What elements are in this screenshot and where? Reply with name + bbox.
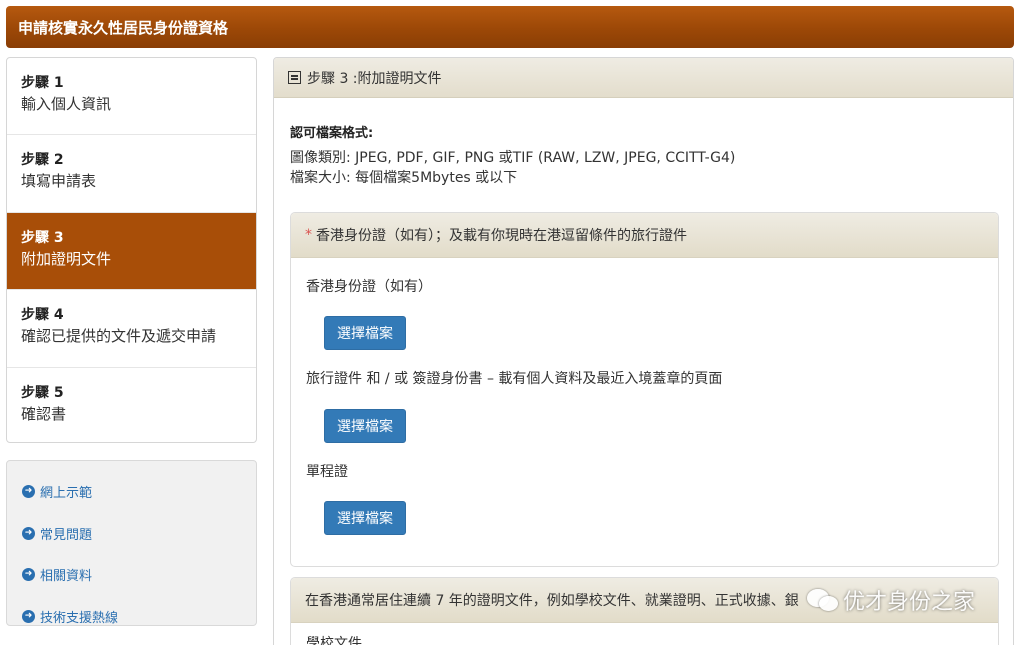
page-title-bar: 申請核實永久性居民身份證資格: [6, 6, 1014, 48]
main-panel-header: 步驟 3 :附加證明文件: [274, 58, 1013, 98]
main-panel-title: 步驟 3 :附加證明文件: [307, 70, 442, 87]
choose-file-button-hkid[interactable]: 選擇檔案: [324, 316, 406, 350]
arrow-right-circle-icon: ➜: [22, 609, 35, 623]
step-description: 附加證明文件: [21, 249, 112, 268]
arrow-right-circle-icon: ➜: [22, 568, 35, 582]
choose-file-button-travel-doc[interactable]: 選擇檔案: [324, 409, 406, 443]
link-online-demo[interactable]: ➜ 網上示範: [7, 471, 256, 513]
watermark-text: 优才身份之家: [843, 590, 976, 615]
choose-file-button-one-way-permit[interactable]: 選擇檔案: [324, 501, 406, 535]
page-title: 申請核實永久性居民身份證資格: [18, 18, 229, 37]
step-number: 步驟 4: [21, 307, 64, 324]
step-3-active[interactable]: 步驟 3 附加證明文件: [7, 212, 256, 291]
link-label: 相關資料: [40, 569, 93, 585]
step-1[interactable]: 步驟 1 輸入個人資訊: [7, 58, 256, 136]
link-label: 常見問題: [40, 527, 93, 543]
id-documents-section: * 香港身份證（如有）；及載有你現時在港逗留條件的旅行證件 香港身份證（如有） …: [290, 212, 999, 567]
section-header: * 香港身份證（如有）；及載有你現時在港逗留條件的旅行證件: [291, 213, 998, 258]
school-documents-label: 學校文件: [306, 636, 362, 645]
file-size-limit: 檔案大小: 每個檔案5Mbytes 或以下: [290, 170, 518, 186]
step-5[interactable]: 步驟 5 確認書: [7, 368, 256, 442]
wechat-icon: [807, 587, 839, 613]
main-panel: 步驟 3 :附加證明文件 認可檔案格式: 圖像類別: JPEG, PDF, GI…: [273, 57, 1014, 645]
step-number: 步驟 3: [21, 229, 64, 246]
link-related-info[interactable]: ➜ 相關資料: [7, 554, 256, 596]
image-types: 圖像類別: JPEG, PDF, GIF, PNG 或TIF (RAW, LZW…: [290, 150, 736, 166]
help-links-panel: ➜ 網上示範 ➜ 常見問題 ➜ 相關資料 ➜ 技術支援熱線: [6, 460, 257, 626]
section-title: 香港身份證（如有）；及載有你現時在港逗留條件的旅行證件: [316, 228, 687, 244]
arrow-right-circle-icon: ➜: [22, 526, 35, 540]
travel-doc-label: 旅行證件 和 / 或 簽證身份書 – 載有個人資料及最近入境蓋章的頁面: [306, 371, 723, 387]
formats-label: 認可檔案格式:: [290, 126, 374, 141]
step-2[interactable]: 步驟 2 填寫申請表: [7, 135, 256, 213]
link-faq[interactable]: ➜ 常見問題: [7, 513, 256, 555]
required-marker: *: [305, 227, 312, 243]
step-description: 確認已提供的文件及遞交申請: [21, 327, 217, 346]
step-number: 步驟 1: [21, 75, 64, 91]
accepted-formats: 認可檔案格式: 圖像類別: JPEG, PDF, GIF, PNG 或TIF (…: [290, 122, 735, 188]
step-number: 步驟 2: [21, 152, 64, 169]
link-label: 網上示範: [40, 486, 93, 502]
list-icon: [288, 71, 301, 84]
step-number: 步驟 5: [21, 384, 64, 401]
link-tech-support[interactable]: ➜ 技術支援熱線: [7, 596, 256, 638]
hkid-label: 香港身份證（如有）: [306, 279, 432, 295]
arrow-right-circle-icon: ➜: [22, 485, 35, 499]
step-description: 確認書: [21, 404, 67, 423]
step-4[interactable]: 步驟 4 確認已提供的文件及遞交申請: [7, 290, 256, 368]
section-title: 在香港通常居住連續 7 年的證明文件，例如學校文件、就業證明、正式收據、銀: [305, 593, 799, 609]
step-description: 填寫申請表: [21, 172, 97, 191]
one-way-permit-label: 單程證: [306, 464, 348, 480]
steps-sidebar: 步驟 1 輸入個人資訊 步驟 2 填寫申請表 步驟 3 附加證明文件 步驟 4 …: [6, 57, 257, 443]
watermark: 优才身份之家: [807, 584, 975, 616]
step-description: 輸入個人資訊: [21, 95, 112, 113]
link-label: 技術支援熱線: [40, 610, 119, 626]
